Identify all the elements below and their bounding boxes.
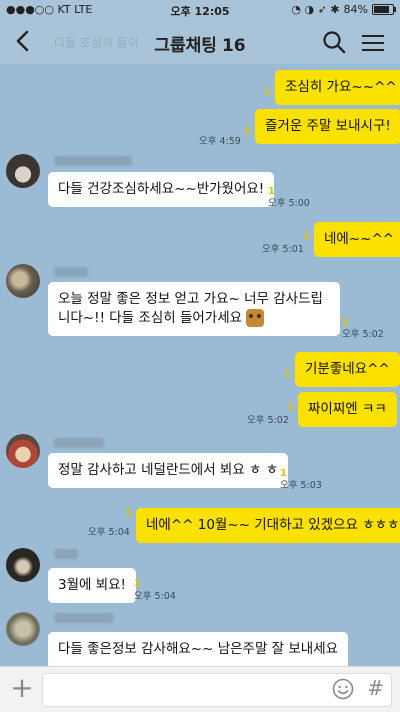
- unread-count: 1: [125, 507, 132, 518]
- emoticon-icon: [246, 309, 265, 327]
- hash-icon: #: [367, 676, 384, 700]
- status-icons: ◔ ◑ ➶ ✱ 84%: [291, 3, 396, 16]
- message-time: 오후 4:59: [199, 136, 241, 147]
- message-text: 오늘 정말 좋은 정보 얻고 가요~ 너무 감사드립니다~!! 다들 조심히 들…: [58, 291, 323, 326]
- message-time: 오후 5:04: [88, 527, 130, 538]
- battery-icon: [372, 4, 396, 15]
- message-bubble-them[interactable]: 오늘 정말 좋은 정보 얻고 가요~ 너무 감사드립니다~!! 다들 조심히 들…: [48, 282, 340, 336]
- avatar[interactable]: [6, 434, 40, 468]
- message-bubble-me[interactable]: 네에^^ 10월~~ 기대하고 있겠으요 ㅎㅎㅎ: [136, 508, 400, 543]
- message-bubble-me[interactable]: 조심히 가요~~^^: [275, 70, 400, 105]
- chat-header: 다들 조심히 들어 그룹채팅 16: [0, 20, 400, 64]
- message-time: 오후 5:03: [280, 480, 322, 491]
- attach-button[interactable]: +: [8, 674, 36, 703]
- battery-percent: 84%: [343, 3, 368, 16]
- message-bubble-them[interactable]: 다들 좋은정보 감사해요~~ 남은주말 잘 보내세요: [48, 632, 349, 666]
- message-bubble-them[interactable]: 정말 감사하고 네덜란드에서 뵈요 ㅎ ㅎ: [48, 453, 289, 488]
- avatar[interactable]: [6, 612, 40, 646]
- sender-name: [54, 613, 114, 623]
- message-time: 오후 5:01: [262, 244, 304, 255]
- message-time: 오후 5:02: [247, 415, 289, 426]
- status-bar: ●●●○○ KT LTE 오후 12:05 ◔ ◑ ➶ ✱ 84%: [0, 0, 400, 20]
- sender-name: [54, 156, 132, 166]
- message-bubble-me[interactable]: 기분좋네요^^: [295, 352, 400, 387]
- menu-button[interactable]: [362, 32, 384, 52]
- avatar[interactable]: [6, 264, 40, 298]
- unread-count: 1: [284, 369, 291, 380]
- chat-messages[interactable]: 1 조심히 가요~~^^ 1 즐거운 주말 보내시구! 오후 4:59 다들 건…: [0, 64, 400, 666]
- message-bubble-me[interactable]: 즐거운 주말 보내시구!: [255, 109, 400, 144]
- unread-count: 1: [244, 126, 251, 137]
- message-time: 오후 5:02: [342, 329, 384, 340]
- hamburger-icon: [362, 35, 384, 51]
- chat-title-text: 그룹채팅: [154, 36, 217, 56]
- message-time: 오후 5:04: [134, 591, 176, 602]
- plus-icon: +: [10, 671, 34, 704]
- avatar[interactable]: [6, 548, 40, 582]
- unread-count: 1: [264, 87, 271, 98]
- status-symbols: ◔ ◑ ➶ ✱: [291, 3, 340, 16]
- search-button[interactable]: [322, 30, 346, 54]
- sender-name: [54, 267, 88, 277]
- message-input-bar: + #: [0, 666, 400, 712]
- search-icon: [323, 31, 346, 54]
- smile-icon: [332, 678, 354, 700]
- avatar[interactable]: [6, 154, 40, 188]
- sender-name: [54, 438, 104, 448]
- message-bubble-them[interactable]: 다들 건강조심하세요~~반가웠어요!: [48, 172, 275, 207]
- message-bubble-them[interactable]: 3월에 뵈요!: [48, 568, 136, 603]
- sender-name: [54, 549, 78, 559]
- unread-count: 1: [303, 231, 310, 242]
- member-count: 16: [221, 36, 246, 56]
- emoticon-button[interactable]: [332, 678, 354, 700]
- message-bubble-me[interactable]: 네에~~^^: [314, 222, 400, 257]
- hashtag-button[interactable]: #: [367, 676, 384, 700]
- message-time: 오후 5:00: [268, 198, 310, 209]
- message-bubble-me[interactable]: 짜이찌엔 ㅋㅋ: [298, 392, 397, 427]
